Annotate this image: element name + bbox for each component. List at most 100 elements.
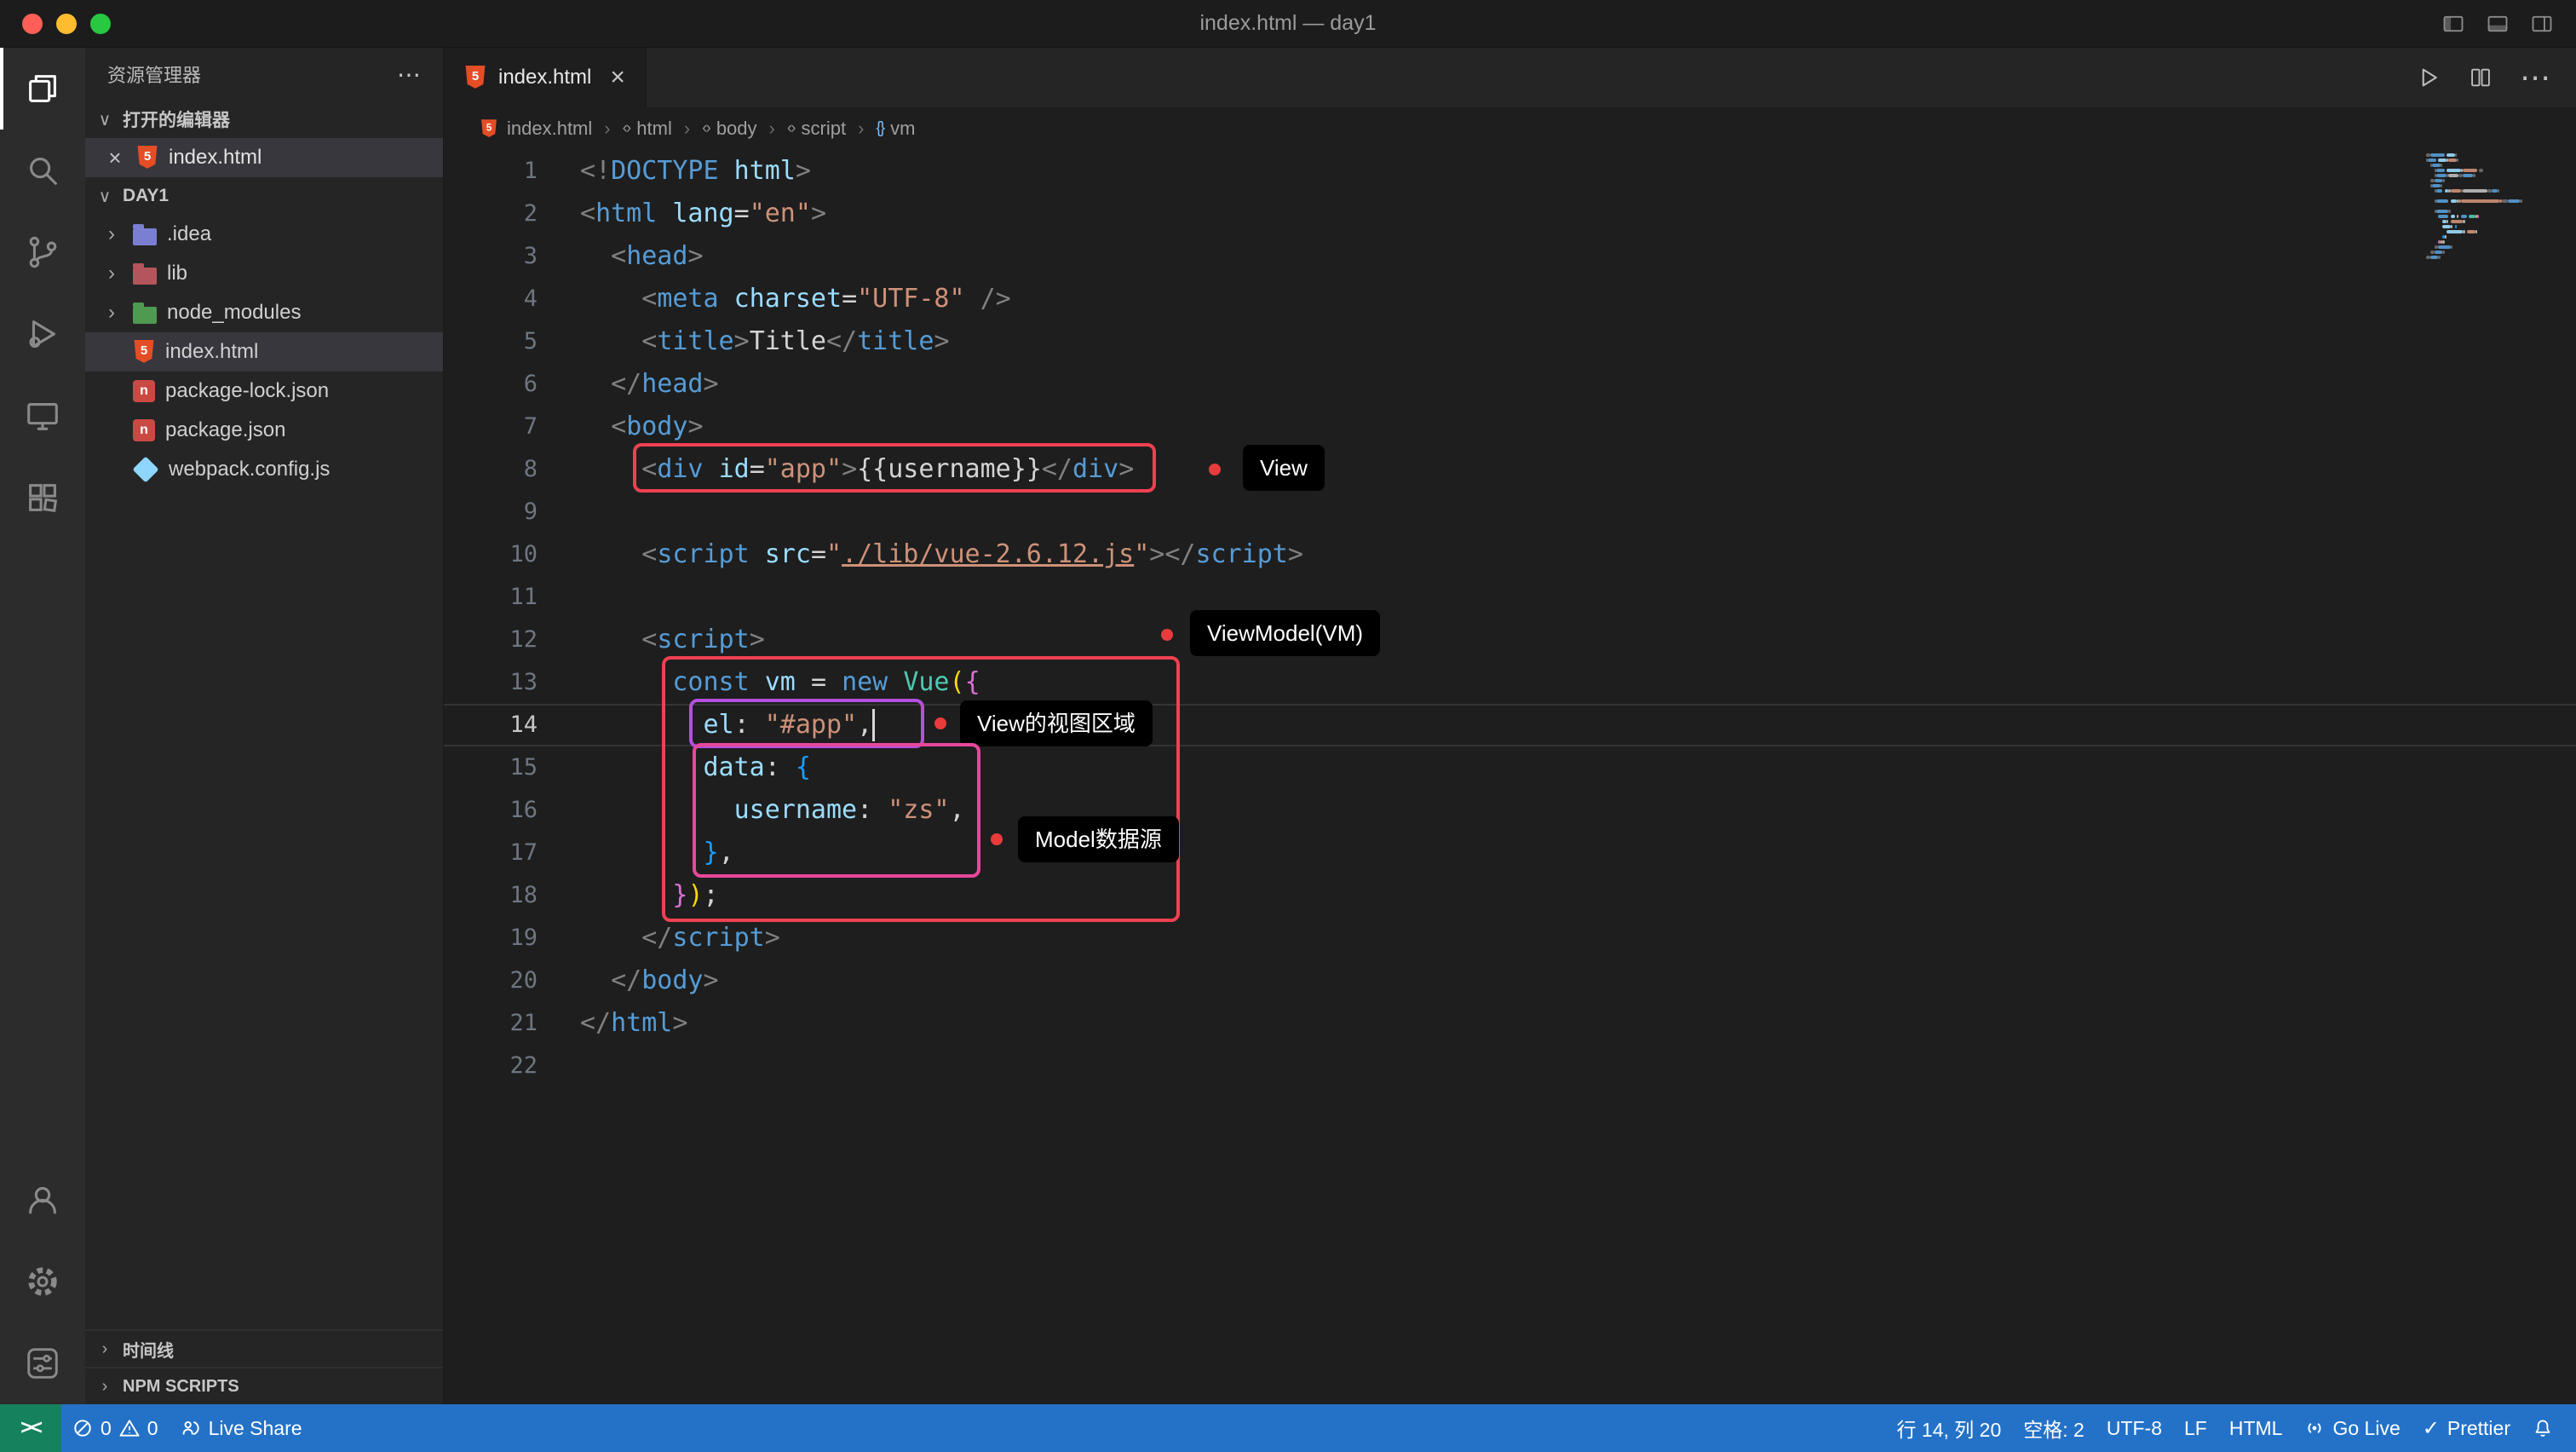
remote-indicator[interactable]: >< xyxy=(0,1404,61,1452)
more-actions-icon[interactable]: ⋯ xyxy=(2520,69,2550,86)
code-row: 9 xyxy=(444,491,2576,533)
npm-scripts-section-header[interactable]: › NPM SCRIPTS xyxy=(85,1367,443,1404)
run-debug-icon[interactable] xyxy=(0,293,85,375)
title-bar: index.html — day1 xyxy=(0,0,2576,48)
code-text[interactable]: </script> xyxy=(538,917,780,959)
file-tree: ›.idea›lib›node_modules5index.htmlnpacka… xyxy=(85,215,443,489)
line-number: 10 xyxy=(444,533,538,576)
code-text[interactable]: <meta charset="UTF-8" /> xyxy=(538,278,1011,320)
go-live-button[interactable]: Go Live xyxy=(2293,1404,2411,1452)
webpack-icon xyxy=(132,456,158,482)
line-number: 5 xyxy=(444,320,538,363)
sidebar-header: 资源管理器 ⋯ xyxy=(85,48,443,101)
toggle-secondary-sidebar-icon[interactable] xyxy=(2530,12,2554,36)
close-icon[interactable]: × xyxy=(104,145,126,171)
code-text[interactable] xyxy=(538,1045,580,1087)
breadcrumb-item-vm[interactable]: {}vm xyxy=(876,118,915,140)
line-number: 18 xyxy=(444,874,538,917)
prettier-button[interactable]: ✓ Prettier xyxy=(2412,1404,2521,1452)
tree-item-node_modules[interactable]: › node_modules xyxy=(85,293,443,332)
tree-item-webpack.config.js[interactable]: webpack.config.js xyxy=(85,450,443,489)
search-icon[interactable] xyxy=(0,130,85,211)
remote-explorer-icon[interactable] xyxy=(0,375,85,457)
eol-setting[interactable]: LF xyxy=(2173,1404,2218,1452)
code-text[interactable]: <!DOCTYPE html> xyxy=(538,150,811,193)
folder-section-header[interactable]: ∨ DAY1 xyxy=(85,177,443,215)
tree-item-.idea[interactable]: ›.idea xyxy=(85,215,443,254)
live-share-button[interactable]: Live Share xyxy=(170,1404,313,1452)
close-window-button[interactable] xyxy=(22,14,43,34)
breadcrumb-separator: › xyxy=(604,118,610,140)
chevron-right-icon: › xyxy=(94,1340,116,1359)
chevron-right-icon[interactable]: › xyxy=(101,222,123,246)
split-editor-icon[interactable] xyxy=(2469,66,2493,89)
html5-icon: 5 xyxy=(464,66,486,89)
zoom-window-button[interactable] xyxy=(90,14,111,34)
annotation-box-view xyxy=(633,443,1156,493)
tab-label: index.html xyxy=(498,66,591,89)
toggle-panel-icon[interactable] xyxy=(2486,12,2510,36)
breadcrumb-label: html xyxy=(636,118,672,140)
code-text[interactable]: <script> xyxy=(538,619,765,661)
breadcrumb-item-html[interactable]: ‹›html xyxy=(623,118,672,140)
sidebar-title: 资源管理器 xyxy=(107,60,201,88)
extensions-icon[interactable] xyxy=(0,457,85,539)
breadcrumb-item-index.html[interactable]: 5index.html xyxy=(478,117,592,141)
line-number: 21 xyxy=(444,1002,538,1045)
settings-gear-icon[interactable] xyxy=(0,1241,85,1322)
chevron-right-icon[interactable]: › xyxy=(101,301,123,325)
language-mode[interactable]: HTML xyxy=(2218,1404,2294,1452)
explorer-icon[interactable] xyxy=(0,48,85,130)
encoding-setting[interactable]: UTF-8 xyxy=(2096,1404,2173,1452)
open-editor-item[interactable]: × 5 index.html xyxy=(85,138,443,177)
minimize-window-button[interactable] xyxy=(56,14,77,34)
folder-name: DAY1 xyxy=(123,186,169,206)
code-text[interactable]: </body> xyxy=(538,959,719,1002)
tab-index-html[interactable]: 5 index.html × xyxy=(444,48,647,107)
code-row: 3 <head> xyxy=(444,235,2576,278)
breadcrumb: 5index.html›‹›html›‹›body›‹›script›{}vm xyxy=(444,107,2576,150)
annotation-dot xyxy=(1161,629,1173,641)
close-tab-icon[interactable]: × xyxy=(610,63,625,92)
chevron-right-icon[interactable]: › xyxy=(101,262,123,285)
minimap[interactable] xyxy=(2426,153,2554,290)
tune-sliders-icon[interactable] xyxy=(0,1322,85,1404)
tree-item-lib[interactable]: ›lib xyxy=(85,254,443,293)
line-number: 22 xyxy=(444,1045,538,1087)
code-lines: 1<!DOCTYPE html>2<html lang="en">3 <head… xyxy=(444,150,2576,1087)
indentation-setting[interactable]: 空格: 2 xyxy=(2012,1404,2096,1452)
code-text[interactable]: <head> xyxy=(538,235,704,278)
code-row: 21</html> xyxy=(444,1002,2576,1045)
accounts-icon[interactable] xyxy=(0,1159,85,1241)
warning-count: 0 xyxy=(147,1417,158,1440)
tree-item-index.html[interactable]: 5index.html xyxy=(85,332,443,372)
file-name: package-lock.json xyxy=(165,379,329,403)
tree-item-package-lock.json[interactable]: npackage-lock.json xyxy=(85,372,443,411)
code-text[interactable] xyxy=(538,491,580,533)
timeline-section-header[interactable]: › 时间线 xyxy=(85,1329,443,1367)
breadcrumb-separator: › xyxy=(684,118,690,140)
open-editors-section-header[interactable]: ∨ 打开的编辑器 xyxy=(85,101,443,138)
run-file-icon[interactable] xyxy=(2416,65,2441,90)
code-text[interactable]: <title>Title</title> xyxy=(538,320,950,363)
code-text[interactable]: <script src="./lib/vue-2.6.12.js"></scri… xyxy=(538,533,1303,576)
code-text[interactable]: <html lang="en"> xyxy=(538,193,826,235)
prettier-label: Prettier xyxy=(2447,1417,2510,1440)
cursor-position[interactable]: 行 14, 列 20 xyxy=(1886,1404,2013,1452)
line-number: 1 xyxy=(444,150,538,193)
more-actions-icon[interactable]: ⋯ xyxy=(397,60,421,89)
code-text[interactable]: <body> xyxy=(538,406,704,448)
breadcrumb-item-script[interactable]: ‹›script xyxy=(787,118,846,140)
annotation-dot xyxy=(1209,464,1221,475)
annotation-label-viewmodel: ViewModel(VM) xyxy=(1190,610,1380,656)
tree-item-package.json[interactable]: npackage.json xyxy=(85,411,443,450)
code-text[interactable]: </head> xyxy=(538,363,719,406)
code-text[interactable] xyxy=(538,576,580,619)
bell-icon[interactable] xyxy=(2521,1404,2564,1452)
toggle-sidebar-icon[interactable] xyxy=(2441,12,2465,36)
file-name: node_modules xyxy=(167,301,301,325)
source-control-icon[interactable] xyxy=(0,211,85,293)
breadcrumb-item-body[interactable]: ‹›body xyxy=(702,118,756,140)
problems-indicator[interactable]: 0 0 xyxy=(61,1404,170,1452)
code-text[interactable]: </html> xyxy=(538,1002,687,1045)
